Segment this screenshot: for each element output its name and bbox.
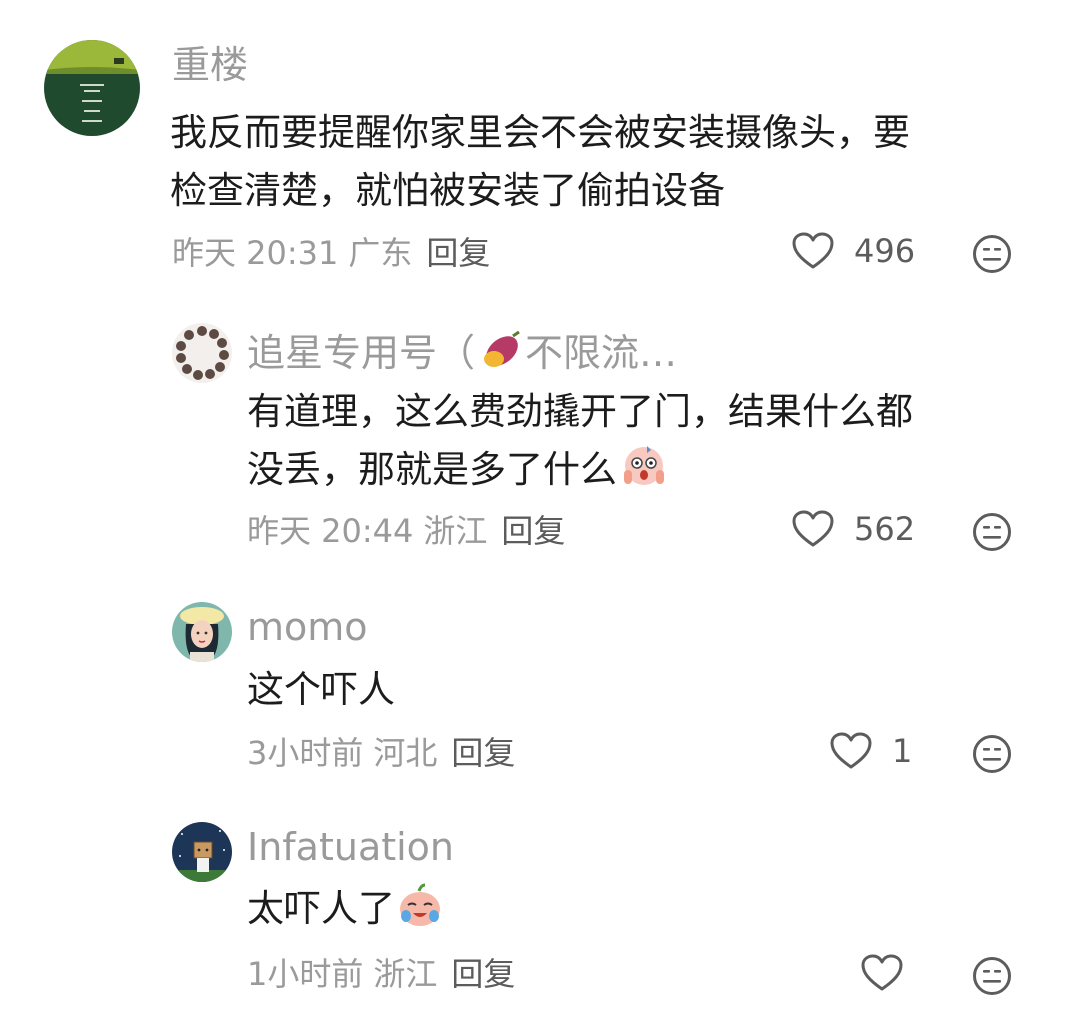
username[interactable]: 追星专用号（ 不限流…	[247, 328, 677, 376]
comment-text-part: 太吓人了	[247, 887, 395, 930]
comment-text-line: 有道理，这么费劲撬开了门，结果什么都	[247, 390, 913, 433]
comment-meta: 3小时前 河北 回复	[247, 733, 515, 773]
location: 浙江	[373, 955, 438, 993]
reply-button[interactable]: 回复	[426, 234, 490, 272]
reply-button[interactable]: 回复	[501, 512, 565, 550]
like-count: 496	[854, 232, 916, 270]
sweet-potato-emoji	[484, 330, 520, 367]
comment-text: 太吓人了	[247, 880, 1047, 938]
meh-face-icon[interactable]	[972, 956, 1012, 996]
username[interactable]: 重楼	[172, 42, 248, 88]
comment-text-line: 这个吓人	[247, 668, 395, 711]
username[interactable]: momo	[247, 604, 368, 650]
meh-face-icon[interactable]	[972, 512, 1012, 552]
heart-outline-icon	[792, 510, 834, 547]
meh-face-icon[interactable]	[972, 734, 1012, 774]
avatar[interactable]	[44, 40, 140, 136]
comment-text-line: 我反而要提醒你家里会不会被安装摄像头，要	[170, 111, 910, 154]
comment-text-line: 没丢，那就是多了什么	[247, 441, 1047, 499]
meh-face-icon[interactable]	[972, 234, 1012, 274]
like-count: 562	[854, 510, 916, 548]
timestamp: 1小时前	[247, 955, 364, 993]
like-button[interactable]: 562	[792, 510, 915, 548]
comment-meta: 昨天 20:31 广东 回复	[172, 233, 490, 273]
comment-text-line: 太吓人了	[247, 880, 1047, 938]
scared-face-emoji	[624, 446, 664, 485]
comment-text: 这个吓人	[247, 661, 1047, 719]
heart-outline-icon	[792, 232, 834, 269]
comment-meta: 1小时前 浙江 回复	[247, 954, 515, 994]
avatar[interactable]	[172, 323, 232, 383]
comment-text: 我反而要提醒你家里会不会被安装摄像头，要 检查清楚，就怕被安装了偷拍设备	[170, 104, 1030, 220]
like-button[interactable]	[861, 954, 923, 992]
timestamp: 3小时前	[247, 734, 364, 772]
reply-button[interactable]: 回复	[451, 734, 515, 772]
username-suffix: 不限流…	[525, 331, 678, 375]
avatar[interactable]	[172, 602, 232, 662]
location: 浙江	[423, 512, 488, 550]
comment-text-line: 检查清楚，就怕被安装了偷拍设备	[170, 169, 725, 212]
crying-laugh-emoji	[400, 883, 440, 926]
avatar[interactable]	[172, 822, 232, 882]
comment-text-part: 没丢，那就是多了什么	[247, 448, 617, 491]
heart-outline-icon	[830, 732, 872, 769]
timestamp: 昨天 20:31	[172, 234, 339, 272]
reply-button[interactable]: 回复	[451, 955, 515, 993]
comment-text: 有道理，这么费劲撬开了门，结果什么都 没丢，那就是多了什么	[247, 383, 1047, 499]
username[interactable]: Infatuation	[247, 824, 454, 870]
like-button[interactable]: 496	[792, 232, 915, 270]
username-text: 追星专用号（	[247, 331, 476, 375]
location: 河北	[373, 734, 438, 772]
location: 广东	[348, 234, 413, 272]
like-button[interactable]: 1	[830, 732, 912, 770]
timestamp: 昨天 20:44	[247, 512, 414, 550]
like-count: 1	[892, 732, 913, 770]
heart-outline-icon	[861, 954, 903, 991]
comment-meta: 昨天 20:44 浙江 回复	[247, 511, 565, 551]
